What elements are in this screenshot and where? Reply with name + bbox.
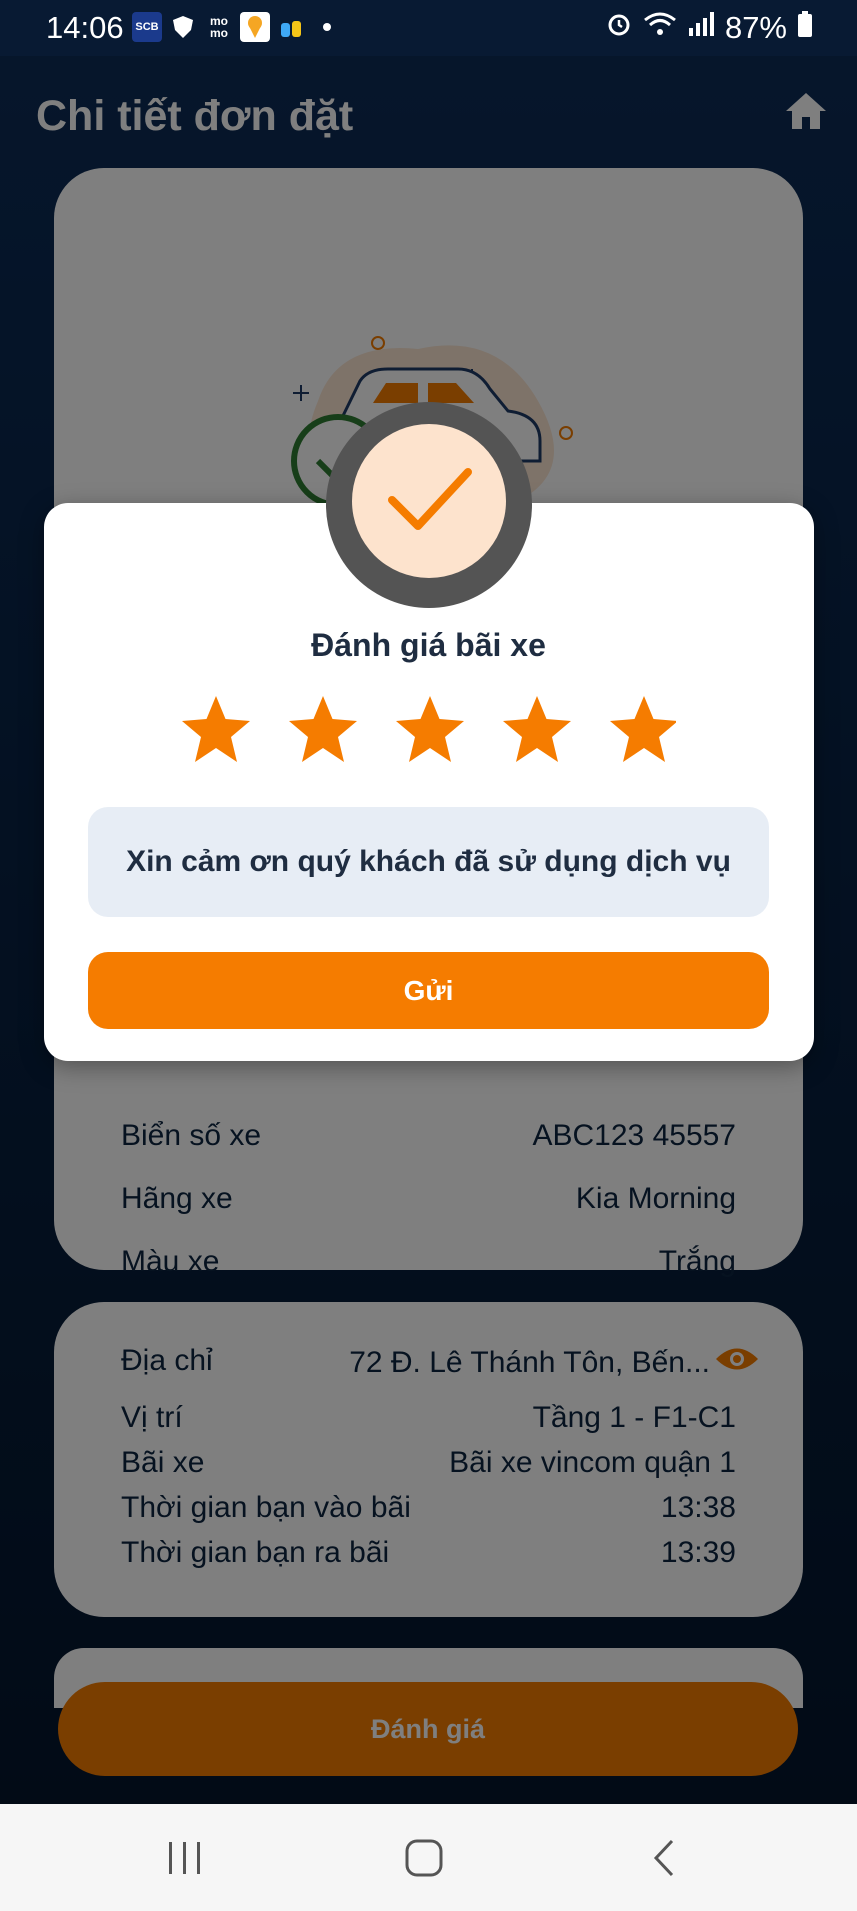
battery-icon	[797, 10, 813, 46]
dot-icon	[312, 12, 342, 42]
wifi-icon	[643, 10, 677, 46]
check-badge	[352, 424, 506, 578]
dialog-title: Đánh giá bãi xe	[311, 627, 546, 663]
home-nav-icon[interactable]	[404, 1838, 444, 1883]
submit-button[interactable]: Gửi	[88, 952, 769, 1029]
thank-you-message: Xin cảm ơn quý khách đã sử dụng dịch vụ	[88, 807, 769, 917]
scb-icon: SCB	[132, 12, 162, 42]
battery-text: 87%	[724, 10, 787, 45]
signal-icon	[687, 10, 715, 46]
star-3-icon[interactable]	[396, 696, 464, 762]
star-4-icon[interactable]	[503, 696, 571, 762]
star-1-icon[interactable]	[182, 696, 250, 762]
status-time: 14:06	[46, 10, 124, 45]
map-pin-app-icon	[240, 12, 270, 42]
momo-icon: mo mo	[210, 14, 228, 40]
star-5-icon[interactable]	[610, 696, 676, 762]
back-icon[interactable]	[650, 1838, 680, 1883]
recent-apps-icon[interactable]	[165, 1840, 205, 1881]
system-nav-bar	[0, 1804, 857, 1911]
star-2-icon[interactable]	[289, 696, 357, 762]
alarm-icon	[605, 10, 633, 46]
status-bar: 14:06 SCB mo mo 87%	[0, 0, 857, 56]
shield-icon	[168, 12, 198, 42]
check-icon	[388, 468, 472, 530]
star-rating	[182, 696, 676, 762]
family-app-icon	[276, 12, 306, 42]
